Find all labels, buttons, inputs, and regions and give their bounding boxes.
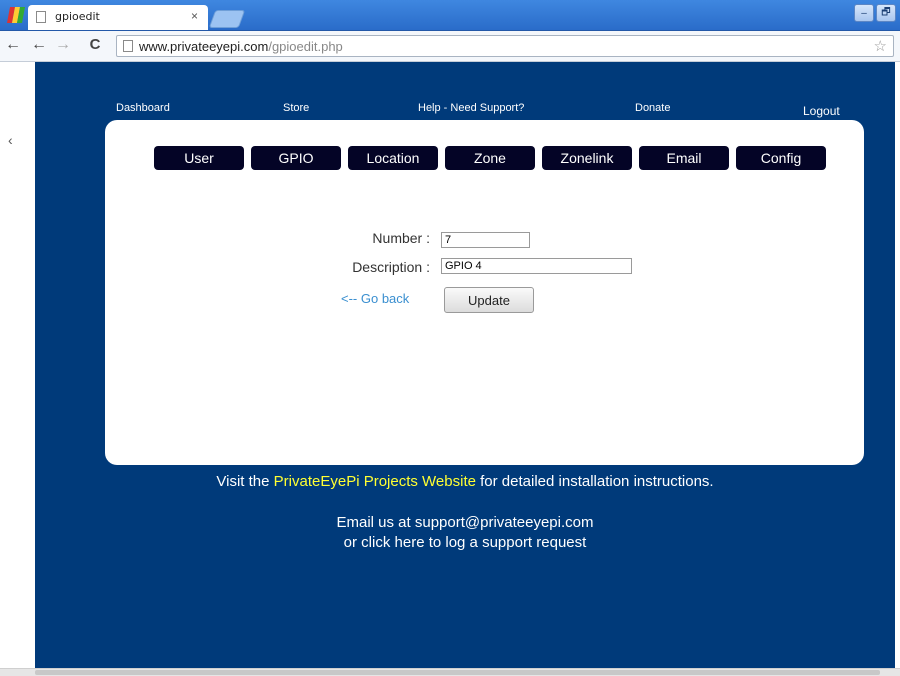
reload-button[interactable]: C — [86, 36, 104, 53]
number-label: Number : — [372, 230, 430, 246]
chevron-left-icon[interactable]: ‹ — [8, 132, 13, 148]
go-back-link[interactable]: <-- Go back — [341, 291, 409, 306]
address-bar[interactable]: www.privateeyepi.com/gpioedit.php ☆ — [116, 35, 894, 57]
scrollbar-thumb[interactable] — [35, 670, 880, 675]
footer-visit-prefix: Visit the — [216, 473, 274, 490]
footer-visit-line: Visit the PrivateEyePi Projects Website … — [35, 473, 895, 490]
nav-dashboard-link[interactable]: Dashboard — [116, 102, 170, 114]
browser-tab[interactable]: gpioedit × — [28, 5, 208, 30]
footer-visit-suffix: for detailed installation instructions. — [475, 473, 714, 490]
section-tabs: User GPIO Location Zone Zonelink Email C… — [154, 146, 826, 170]
tab-location[interactable]: Location — [348, 146, 438, 170]
tab-title: gpioedit — [55, 10, 100, 23]
page-icon — [36, 11, 46, 23]
tab-close-icon[interactable]: × — [191, 9, 198, 23]
page-viewport: ‹ Dashboard Store Help - Need Support? D… — [0, 62, 900, 668]
browser-logo-icon — [7, 7, 25, 23]
url-path: /gpioedit.php — [268, 39, 343, 54]
browser-titlebar: gpioedit × – 🗗 — [0, 0, 900, 31]
bookmark-star-icon[interactable]: ☆ — [874, 37, 887, 55]
forward-button[interactable]: → — [54, 36, 72, 54]
url-domain: www.privateeyepi.com — [139, 39, 269, 54]
tab-zone[interactable]: Zone — [445, 146, 535, 170]
description-label: Description : — [352, 259, 430, 275]
footer-email-line[interactable]: Email us at support@privateeyepi.com — [35, 514, 895, 531]
back-button[interactable]: ← — [30, 36, 48, 54]
url-text: www.privateeyepi.com/gpioedit.php — [139, 39, 343, 54]
window-controls: – 🗗 — [854, 4, 896, 22]
tab-email[interactable]: Email — [639, 146, 729, 170]
maximize-button[interactable]: 🗗 — [876, 4, 896, 22]
nav-donate-link[interactable]: Donate — [635, 102, 670, 114]
number-input[interactable] — [441, 232, 530, 248]
projects-website-link[interactable]: PrivateEyePi Projects Website — [274, 473, 476, 490]
minimize-button[interactable]: – — [854, 4, 874, 22]
back-arrow-icon[interactable]: ← — [4, 36, 22, 54]
tab-zonelink[interactable]: Zonelink — [542, 146, 632, 170]
description-input[interactable] — [441, 258, 632, 274]
footer-support-line[interactable]: or click here to log a support request — [35, 534, 895, 551]
tab-gpio[interactable]: GPIO — [251, 146, 341, 170]
nav-help-link[interactable]: Help - Need Support? — [418, 102, 524, 114]
browser-toolbar: ← ← → C www.privateeyepi.com/gpioedit.ph… — [0, 31, 900, 62]
page-icon — [123, 40, 133, 52]
new-tab-button[interactable] — [208, 10, 246, 28]
content-panel: User GPIO Location Zone Zonelink Email C… — [105, 120, 864, 465]
update-button[interactable]: Update — [444, 287, 534, 313]
tab-user[interactable]: User — [154, 146, 244, 170]
left-gutter: ‹ — [0, 62, 35, 668]
nav-store-link[interactable]: Store — [283, 102, 309, 114]
site-background: Dashboard Store Help - Need Support? Don… — [35, 62, 895, 668]
tab-config[interactable]: Config — [736, 146, 826, 170]
nav-logout-link[interactable]: Logout — [803, 104, 840, 118]
